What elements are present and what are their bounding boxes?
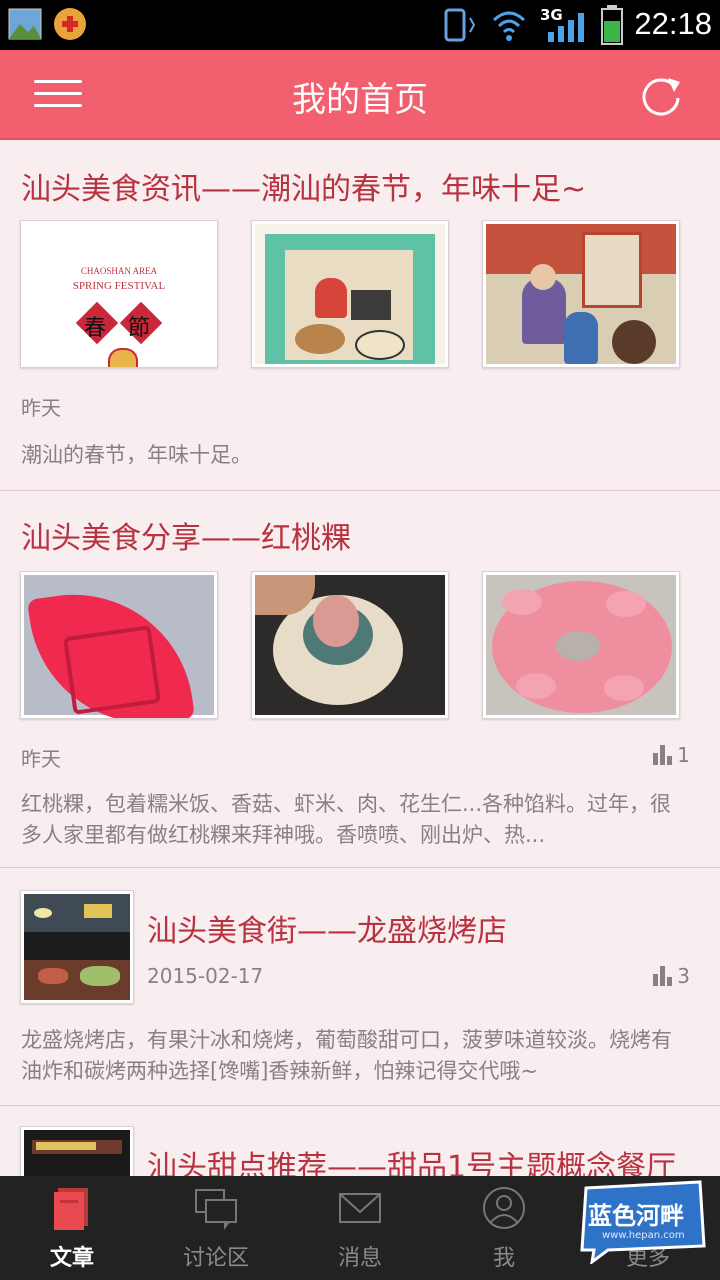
watermark-url: www.hepan.com (602, 1230, 685, 1241)
gallery-icon (8, 8, 42, 40)
refresh-icon[interactable] (638, 72, 684, 118)
tab-label: 讨论区 (182, 1246, 249, 1271)
signal-icon (548, 13, 584, 42)
article-thumbnail[interactable] (20, 1126, 134, 1176)
watermark-text: 蓝色河畔 (588, 1202, 684, 1230)
article-card[interactable]: 汕头美食分享——红桃粿 昨天 1 红桃粿，包着糯米饭、香菇、虾米、肉、花生仁..… (0, 491, 720, 868)
view-count-value: 3 (677, 964, 690, 988)
article-thumbnail[interactable] (482, 220, 680, 368)
thumbnail-caption: CHAOSHAN AREA (80, 266, 158, 276)
article-icon (54, 1188, 88, 1230)
tab-discussion[interactable]: 讨论区 (144, 1176, 288, 1280)
article-card[interactable]: 汕头美食街——龙盛烧烤店 2015-02-17 3 龙盛烧烤店，有果汁冰和烧烤，… (0, 868, 720, 1106)
top-app-bar: 我的首页 (0, 50, 720, 140)
article-title[interactable]: 汕头美食分享——红桃粿 (21, 513, 351, 557)
tab-article[interactable]: 文章 (0, 1176, 144, 1280)
view-count-value: 1 (677, 743, 690, 767)
article-thumbnail[interactable] (482, 571, 680, 719)
article-feed[interactable]: 汕头美食资讯——潮汕的春节，年味十足~ CHAOSHAN AREA SPRING… (0, 140, 720, 1176)
article-thumbnail[interactable] (251, 571, 449, 719)
article-summary: 潮汕的春节，年味十足。 (21, 443, 252, 467)
article-date: 昨天 (21, 747, 61, 771)
tab-label: 文章 (49, 1246, 94, 1271)
article-date: 2015-02-17 (147, 964, 264, 988)
user-icon (483, 1187, 525, 1229)
watermark-logo: 蓝色河畔 www.hepan.com (578, 1180, 708, 1264)
view-count: 3 (653, 964, 690, 988)
thumbnail-caption: SPRING FESTIVAL (72, 280, 166, 292)
tab-label: 我 (492, 1246, 515, 1271)
status-time: 22:18 (634, 6, 712, 41)
article-card[interactable]: 汕头美食资讯——潮汕的春节，年味十足~ CHAOSHAN AREA SPRING… (0, 140, 720, 491)
article-date: 昨天 (21, 396, 61, 420)
article-card[interactable]: 汕头甜点推荐——甜品1号主题概念餐厅 (0, 1106, 720, 1176)
page-title: 我的首页 (292, 80, 428, 120)
article-thumbnail[interactable]: CHAOSHAN AREA SPRING FESTIVAL 春 節 (20, 220, 218, 368)
thumbnail-char: 春 (84, 316, 107, 341)
app-notification-icon (54, 8, 86, 40)
article-summary: 龙盛烧烤店，有果汁冰和烧烤，葡萄酸甜可口，菠萝味道较淡。烧烤有油炸和碳烤两种选择… (21, 1028, 672, 1083)
mail-icon (339, 1193, 381, 1223)
article-thumbnail[interactable] (20, 890, 134, 1004)
view-count: 1 (653, 743, 690, 767)
article-thumbnail[interactable] (251, 220, 449, 368)
article-summary: 红桃粿，包着糯米饭、香菇、虾米、肉、花生仁...各种馅料。过年，很多人家里都有做… (21, 792, 672, 847)
article-title[interactable]: 汕头甜点推荐——甜品1号主题概念餐厅 (147, 1142, 676, 1176)
bar-chart-icon (653, 745, 673, 765)
vibrate-icon (444, 8, 476, 42)
bar-chart-icon (653, 966, 673, 986)
article-title[interactable]: 汕头美食资讯——潮汕的春节，年味十足~ (21, 164, 586, 208)
tab-me[interactable]: 我 (432, 1176, 576, 1280)
tab-messages[interactable]: 消息 (288, 1176, 432, 1280)
tab-label: 消息 (337, 1246, 382, 1271)
thumbnail-char: 節 (128, 316, 151, 341)
status-bar: 3G 22:18 (0, 0, 720, 50)
wifi-icon (492, 11, 526, 41)
battery-icon (601, 5, 623, 45)
article-title[interactable]: 汕头美食街——龙盛烧烤店 (147, 906, 507, 950)
article-thumbnail[interactable] (20, 571, 218, 719)
discussion-icon (195, 1189, 237, 1230)
